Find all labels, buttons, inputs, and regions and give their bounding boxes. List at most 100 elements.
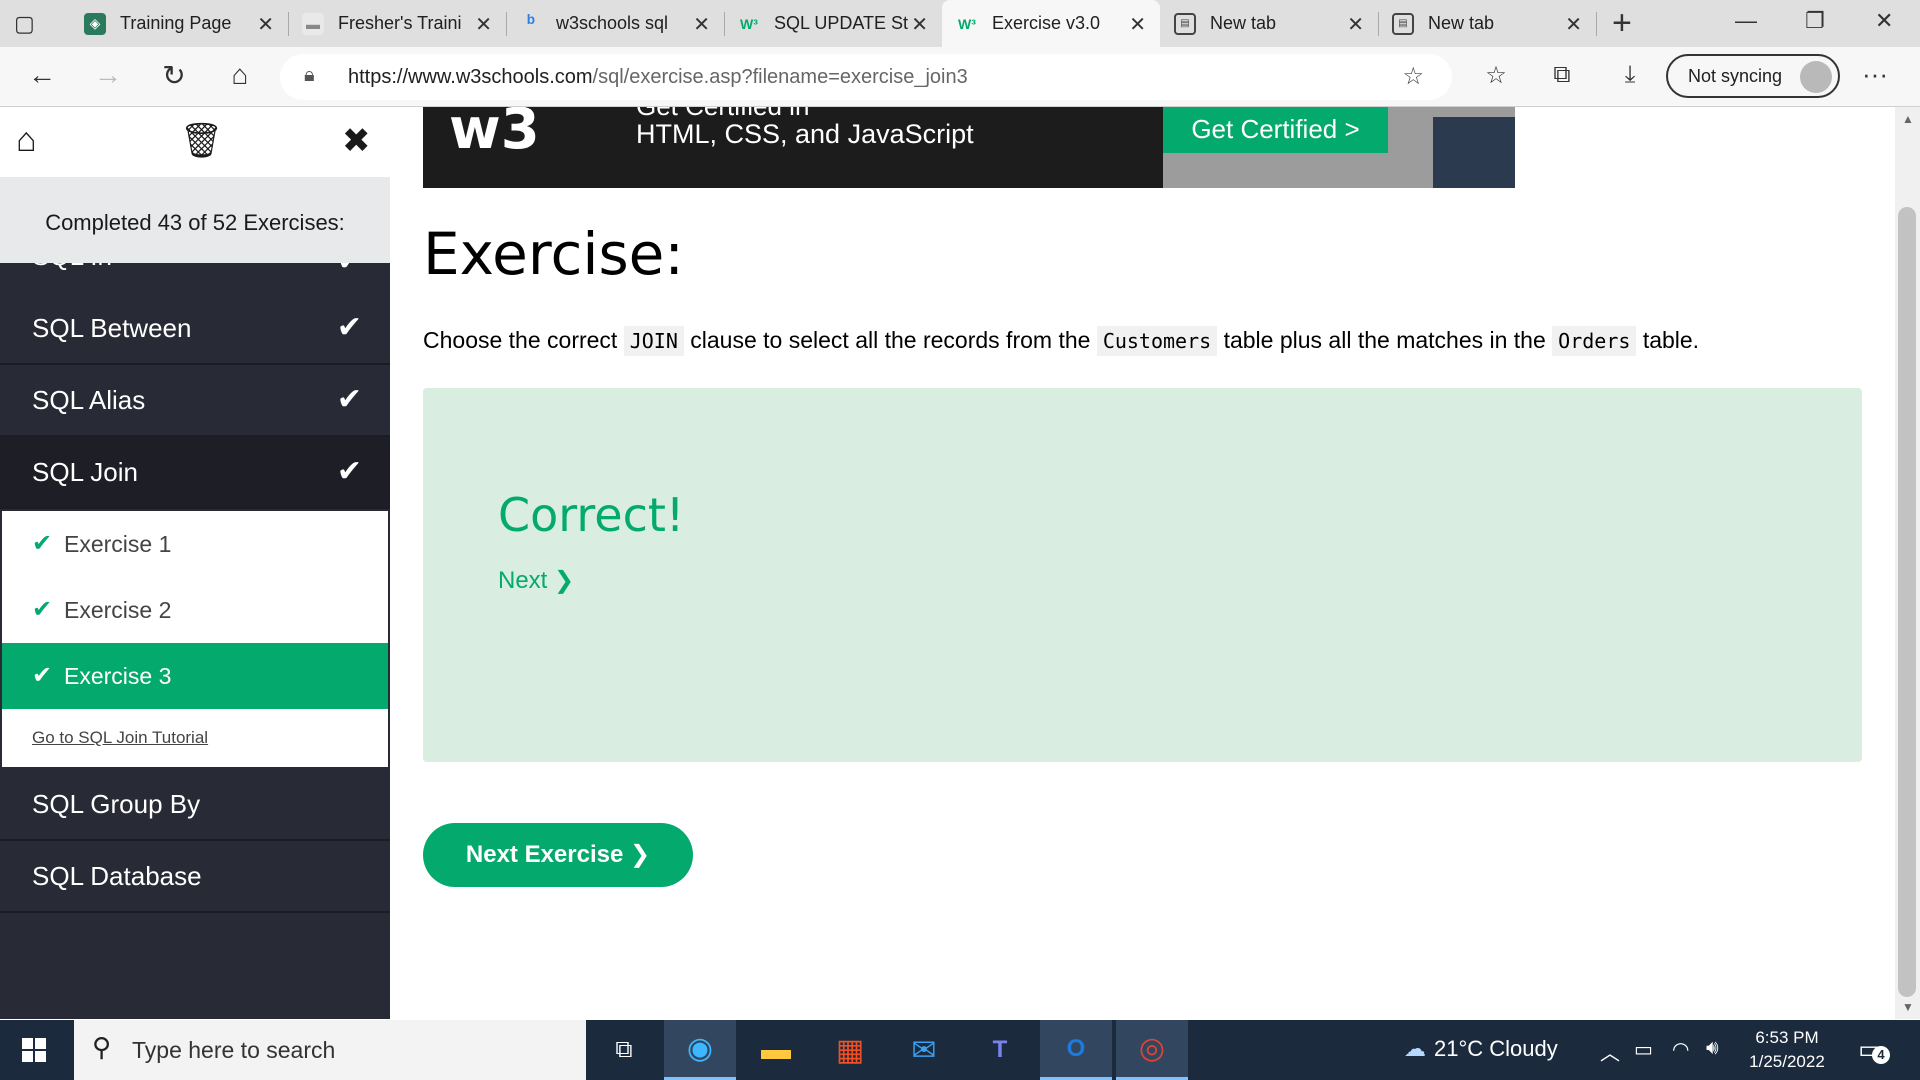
refresh-icon[interactable]: ↻ <box>154 59 194 92</box>
weather-widget[interactable]: ☁ 21°C Cloudy <box>1404 1036 1558 1062</box>
sidebar-item-sql-join[interactable]: SQL Join ✔ <box>0 437 390 509</box>
wifi-icon[interactable]: ◠ <box>1672 1037 1689 1062</box>
microsoft-store-icon[interactable]: ▦ <box>814 1020 886 1080</box>
sidebar-item-sql-database[interactable]: SQL Database <box>0 841 390 913</box>
checkmark-icon: ✔ <box>337 263 362 278</box>
close-tab-icon[interactable]: ✕ <box>1347 12 1364 37</box>
checkmark-icon: ✔ <box>32 530 53 557</box>
home-icon[interactable]: ⌂ <box>220 59 260 91</box>
back-icon[interactable]: ← <box>22 59 62 91</box>
close-tab-icon[interactable]: ✕ <box>1565 12 1582 37</box>
tab-separator <box>1596 12 1597 36</box>
url-text: https://www.w3schools.com/sql/exercise.a… <box>348 66 968 88</box>
close-tab-icon[interactable]: ✕ <box>911 12 928 37</box>
scroll-down-icon[interactable]: ▼ <box>1902 1000 1914 1014</box>
tab-new-tab-2[interactable]: ▤ New tab ✕ <box>1378 0 1597 47</box>
address-bar[interactable]: 🔒︎ https://www.w3schools.com/sql/exercis… <box>280 54 1452 100</box>
question-text: table. <box>1642 327 1700 353</box>
notification-center-icon[interactable]: ▭ 4 <box>1858 1034 1890 1065</box>
tab-training-page[interactable]: ◈ Training Page ✕ <box>70 0 289 47</box>
sidebar-item-label: SQL Alias <box>32 385 146 415</box>
add-favorite-icon[interactable]: ☆ <box>1402 62 1424 91</box>
close-tab-icon[interactable]: ✕ <box>475 12 492 37</box>
exercise-link-1[interactable]: ✔ Exercise 1 <box>2 511 388 577</box>
sidebar-item-sql-in[interactable]: SQL In ✔ <box>0 263 390 293</box>
sidebar-list: SQL Between ✔ SQL Alias ✔ SQL Join ✔ ✔ E… <box>0 293 390 913</box>
result-message: Correct! <box>498 488 685 542</box>
sidebar-item-label: SQL Database <box>32 861 202 891</box>
tab-exercise-active[interactable]: W³ Exercise v3.0 ✕ <box>942 0 1160 47</box>
profile-sync-button[interactable]: Not syncing <box>1666 54 1840 98</box>
next-exercise-button[interactable]: Next Exercise ❯ <box>423 823 693 887</box>
scrollbar-thumb[interactable] <box>1898 207 1916 997</box>
sidebar-item-label: SQL Join <box>32 457 138 487</box>
weather-text: 21°C Cloudy <box>1434 1036 1558 1061</box>
sidebar-item-label: SQL Between <box>32 313 192 343</box>
tutorial-link[interactable]: Go to SQL Join Tutorial <box>2 709 388 767</box>
join-exercise-list: ✔ Exercise 1 ✔ Exercise 2 ✔ Exercise 3 G… <box>0 509 390 769</box>
result-panel: Correct! Next ❯ <box>423 388 1862 762</box>
tab-freshers-training[interactable]: ▬ Fresher's Traini ✕ <box>288 0 507 47</box>
taskbar-search-box[interactable]: ⚲ Type here to search <box>74 1020 586 1080</box>
minimize-icon[interactable]: — <box>1735 8 1757 34</box>
tab-new-tab[interactable]: ▤ New tab ✕ <box>1160 0 1379 47</box>
newtab-favicon-icon: ▤ <box>1174 12 1196 35</box>
task-view-icon[interactable]: ⧉ <box>588 1020 660 1080</box>
battery-icon[interactable]: ▭ <box>1634 1037 1653 1062</box>
teams-icon[interactable]: T <box>964 1020 1036 1080</box>
volume-icon[interactable]: 🔊︎ <box>1706 1037 1719 1060</box>
close-tab-icon[interactable]: ✕ <box>1129 12 1146 37</box>
exercise-label: Exercise 2 <box>64 597 172 623</box>
sync-label: Not syncing <box>1688 65 1783 86</box>
taskbar-clock[interactable]: 6:53 PM 1/25/2022 <box>1732 1026 1842 1074</box>
cloudy-weather-icon: ☁ <box>1404 1036 1426 1061</box>
notification-count-badge: 4 <box>1872 1046 1890 1064</box>
browser-tab-strip: ▢ ◈ Training Page ✕ ▬ Fresher's Traini ✕… <box>0 0 1920 47</box>
file-explorer-icon[interactable]: ▬ <box>740 1020 812 1080</box>
w3schools-favicon-icon: W³ <box>740 15 758 32</box>
edge-browser-icon[interactable]: ◉ <box>664 1020 736 1080</box>
tab-title: Exercise v3.0 <box>992 13 1101 33</box>
lock-icon[interactable]: 🔒︎ <box>304 64 315 87</box>
chrome-icon[interactable]: ◎ <box>1116 1020 1188 1080</box>
next-link[interactable]: Next ❯ <box>498 566 574 595</box>
forward-icon[interactable]: → <box>88 59 128 91</box>
exercise-link-2[interactable]: ✔ Exercise 2 <box>2 577 388 643</box>
page-scrollbar[interactable]: ▲ ▼ <box>1895 107 1920 1019</box>
trash-icon[interactable]: 🗑︎ <box>180 121 223 161</box>
home-icon[interactable]: ⌂ <box>16 121 37 160</box>
tab-title: New tab <box>1210 13 1277 33</box>
scroll-up-icon[interactable]: ▲ <box>1902 112 1914 126</box>
sidebar-item-label: SQL Group By <box>32 789 201 819</box>
get-certified-button[interactable]: Get Certified > <box>1163 107 1388 153</box>
page-title: Exercise: <box>423 220 684 288</box>
sidebar-item-sql-group-by[interactable]: SQL Group By <box>0 769 390 841</box>
tab-bing-search[interactable]: ᵇ w3schools sql ✕ <box>506 0 725 47</box>
browser-toolbar: ← → ↻ ⌂ 🔒︎ https://www.w3schools.com/sql… <box>0 47 1920 107</box>
close-window-icon[interactable]: ✕ <box>1875 8 1893 34</box>
question-text: Choose the correct <box>423 327 618 353</box>
favorites-icon[interactable]: ☆ <box>1478 61 1514 90</box>
downloads-icon[interactable]: ⤓ <box>1612 61 1648 89</box>
collections-icon[interactable]: ⧉ <box>1544 61 1580 89</box>
windows-start-icon[interactable] <box>22 1038 46 1062</box>
certification-banner[interactable]: w3 Get Certified in HTML, CSS, and JavaS… <box>423 107 1515 188</box>
mail-icon[interactable]: ✉ <box>888 1020 960 1080</box>
tab-sql-update[interactable]: W³ SQL UPDATE St ✕ <box>724 0 942 47</box>
tab-actions-button[interactable]: ▢ <box>0 0 70 47</box>
restore-icon[interactable]: ❐ <box>1805 8 1825 34</box>
tab-title: SQL UPDATE St <box>774 13 909 33</box>
sidebar-item-sql-alias[interactable]: SQL Alias ✔ <box>0 365 390 437</box>
more-options-icon[interactable]: ··· <box>1862 59 1888 90</box>
tab-title: w3schools sql <box>556 13 669 33</box>
new-tab-button[interactable]: + <box>1612 4 1632 43</box>
exercise-link-3[interactable]: ✔ Exercise 3 <box>2 643 388 709</box>
outlook-icon[interactable]: O <box>1040 1020 1112 1080</box>
show-hidden-icons-icon[interactable]: ︿ <box>1600 1037 1620 1066</box>
sidebar-item-sql-between[interactable]: SQL Between ✔ <box>0 293 390 365</box>
close-icon[interactable]: ✖ <box>342 121 371 161</box>
close-tab-icon[interactable]: ✕ <box>257 12 274 37</box>
close-tab-icon[interactable]: ✕ <box>693 12 710 37</box>
exercise-sidebar: ⌂ 🗑︎ ✖ Completed 43 of 52 Exercises: SQL… <box>0 107 390 1019</box>
exercise-label: Exercise 3 <box>64 663 172 689</box>
